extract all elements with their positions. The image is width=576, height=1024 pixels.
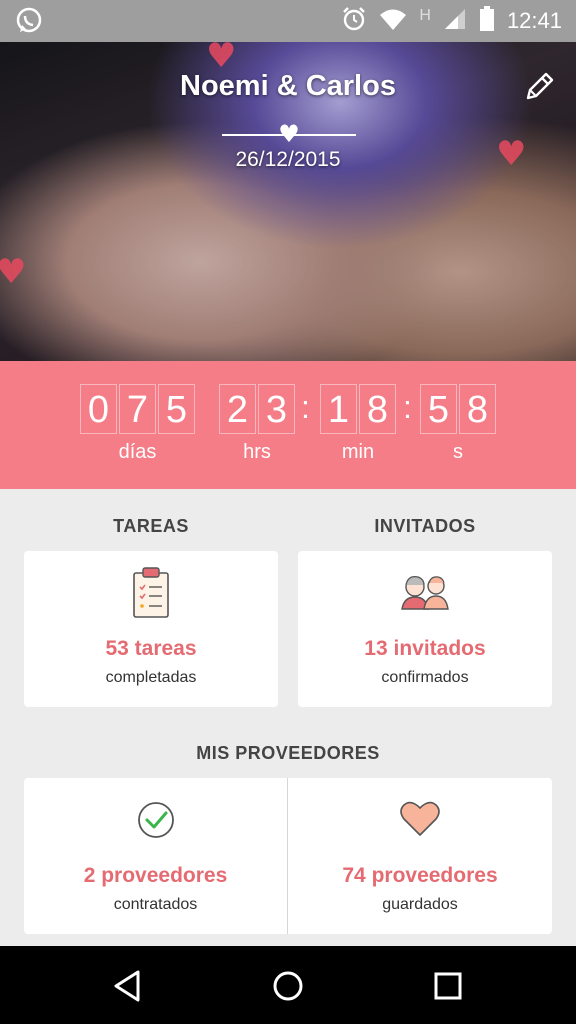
- back-icon[interactable]: [108, 966, 148, 1006]
- heart-icon: [399, 800, 441, 842]
- invitados-card[interactable]: 13 invitados confirmados: [298, 551, 552, 707]
- couple-photo-header: ♥ ♥ ♥ Noemi & Carlos ♥ 26/12/2015: [0, 42, 576, 361]
- proveedores-guardados-count: 74 proveedores: [342, 864, 498, 887]
- recents-icon[interactable]: [428, 966, 468, 1006]
- edit-pencil-icon[interactable]: [522, 70, 556, 104]
- countdown-separator: :: [403, 389, 412, 425]
- proveedores-title: MIS PROVEEDORES: [196, 743, 380, 763]
- countdown-days: 0 7 5: [80, 384, 195, 434]
- battery-icon: [479, 6, 495, 36]
- proveedores-contratados-card[interactable]: 2 proveedores contratados: [24, 778, 287, 934]
- tareas-title: TAREAS: [113, 516, 189, 536]
- divider-heart-icon: ♥: [278, 120, 300, 148]
- countdown-digit: 8: [459, 384, 496, 434]
- network-type-label: H: [419, 7, 431, 24]
- countdown-minutes: 1 8: [320, 384, 396, 434]
- countdown-digit: 5: [158, 384, 195, 434]
- tareas-subtext: completadas: [105, 669, 197, 686]
- status-time: 12:41: [506, 8, 562, 33]
- guests-icon: [398, 573, 452, 615]
- home-icon[interactable]: [268, 966, 308, 1006]
- wifi-icon: [379, 7, 407, 35]
- countdown-digit: 5: [420, 384, 457, 434]
- countdown-digit: 0: [80, 384, 117, 434]
- countdown-digit: 2: [219, 384, 256, 434]
- countdown-digit: 1: [320, 384, 357, 434]
- countdown-digit: 7: [119, 384, 156, 434]
- tareas-count: 53 tareas: [105, 637, 197, 660]
- invitados-subtext: confirmados: [381, 669, 469, 686]
- alarm-icon: [341, 6, 367, 36]
- countdown-hours: 2 3: [219, 384, 295, 434]
- countdown-panel: 0 7 5 2 3 : 1 8 : 5 8 días hrs min s: [0, 361, 576, 489]
- invitados-count: 13 invitados: [364, 637, 486, 660]
- decor-heart-icon: ♥: [0, 252, 27, 292]
- proveedores-contratados-subtext: contratados: [113, 896, 198, 913]
- countdown-separator: :: [301, 389, 310, 425]
- countdown-hours-label: hrs: [243, 441, 271, 463]
- check-circle-icon: [136, 800, 176, 844]
- couple-names: Noemi & Carlos: [180, 70, 396, 102]
- status-icons: H 12:41: [341, 6, 562, 36]
- invitados-title: INVITADOS: [374, 516, 476, 536]
- countdown-seconds: 5 8: [420, 384, 496, 434]
- countdown-digit: 3: [258, 384, 295, 434]
- proveedores-guardados-subtext: guardados: [382, 896, 458, 913]
- signal-icon: [443, 7, 467, 35]
- proveedores-guardados-card[interactable]: 74 proveedores guardados: [288, 778, 552, 934]
- clipboard-icon: [131, 567, 171, 623]
- countdown-minutes-label: min: [341, 441, 375, 463]
- tareas-card[interactable]: 53 tareas completadas: [24, 551, 278, 707]
- countdown-digit: 8: [359, 384, 396, 434]
- wedding-date: 26/12/2015: [235, 148, 341, 171]
- countdown-seconds-label: s: [453, 441, 463, 463]
- title-divider: ♥: [222, 120, 356, 148]
- android-nav-bar: [0, 946, 576, 1024]
- countdown-days-label: días: [118, 441, 157, 463]
- status-bar: H 12:41: [0, 0, 576, 42]
- whatsapp-icon: [14, 6, 44, 40]
- proveedores-contratados-count: 2 proveedores: [83, 864, 228, 887]
